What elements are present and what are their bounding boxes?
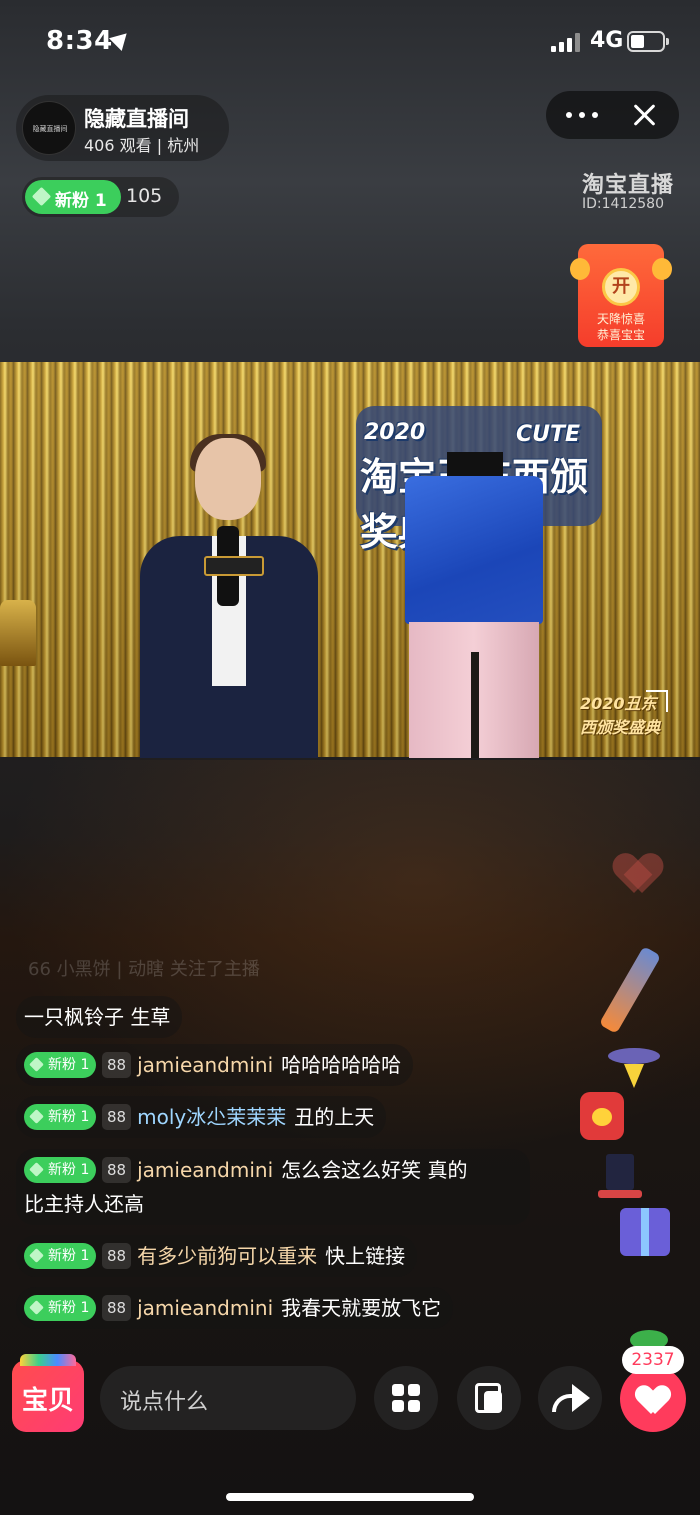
diamond-icon <box>29 1108 44 1124</box>
heart-icon <box>637 1386 669 1414</box>
signal-icon <box>551 32 581 52</box>
diamond-icon <box>29 1161 44 1177</box>
more-icon[interactable] <box>566 112 602 118</box>
faded-chat-message: 66 小黑饼 | 动瞎 关注了主播 <box>28 959 260 980</box>
chat-username[interactable]: jamieandmini <box>137 1158 273 1182</box>
chat-username[interactable]: moly冰尐茉茉茉 <box>137 1105 286 1129</box>
logo-year: 2020 <box>364 420 426 445</box>
floating-heart-icon <box>616 855 662 897</box>
chat-text: 怎么会这么好笑 真的 <box>281 1158 468 1182</box>
chat-text: 一只枫铃子 生草 <box>24 1005 171 1029</box>
ufo-icon <box>608 1040 660 1088</box>
fans-badge: 新粉 1 <box>24 1242 96 1269</box>
home-indicator[interactable] <box>226 1493 474 1501</box>
chat-message: 一只枫铃子 生草 <box>16 996 183 1038</box>
close-icon[interactable] <box>632 103 656 127</box>
user-level: 88 <box>102 1156 132 1183</box>
grid-icon <box>392 1384 420 1412</box>
shop-items-button[interactable]: 宝贝 <box>12 1354 84 1432</box>
chat-message: 新粉 1 88 jamieandmini 哈哈哈哈哈哈 <box>16 1044 414 1086</box>
comment-input[interactable]: 说点什么 <box>100 1366 356 1430</box>
fans-badge: 新粉 1 <box>24 1294 96 1321</box>
hat-icon <box>598 1154 642 1198</box>
fans-badge[interactable]: 新粉 1 <box>25 180 121 214</box>
red-packet-button[interactable]: 开 天降惊喜 恭喜宝宝 <box>570 244 672 347</box>
expand-icon[interactable] <box>646 690 668 712</box>
red-packet-ear-icon <box>570 258 590 280</box>
diamond-icon <box>31 186 52 207</box>
chat-message: 新粉 1 88 jamieandmini 怎么会这么好笑 真的比主持人还高 <box>16 1149 530 1225</box>
chat-text: 我春天就要放飞它 <box>281 1296 442 1320</box>
chat-text-continued: 比主持人还高 <box>24 1192 144 1216</box>
screen-switch-button[interactable] <box>457 1366 521 1430</box>
battery-icon <box>627 31 669 52</box>
trophy-icon <box>0 600 36 666</box>
network-type: 4G <box>590 28 624 53</box>
jar-icon <box>580 1092 624 1140</box>
user-level: 88 <box>102 1051 132 1078</box>
comment-placeholder: 说点什么 <box>120 1390 209 1415</box>
menu-grid-button[interactable] <box>374 1366 438 1430</box>
chat-username[interactable]: jamieandmini <box>137 1296 273 1320</box>
badge-label: 新粉 1 <box>48 1161 90 1178</box>
status-bar: 8:34 4G <box>0 0 700 86</box>
shop-label: 宝贝 <box>21 1386 74 1416</box>
viewer-count: 406 观看 | 杭州 <box>84 136 200 155</box>
fans-badge: 新粉 1 <box>24 1156 96 1183</box>
share-icon <box>552 1384 590 1412</box>
chat-text: 丑的上天 <box>294 1105 375 1129</box>
status-time: 8:34 <box>46 26 113 56</box>
logo-cute: CUTE <box>516 422 581 447</box>
host-name: 隐藏直播间 <box>84 107 189 131</box>
badge-label: 新粉 1 <box>48 1299 90 1316</box>
ugly-costume-figure <box>405 452 543 758</box>
live-room-id: ID:1412580 <box>582 196 664 212</box>
red-packet-line2: 恭喜宝宝 <box>596 328 645 342</box>
screen-switch-icon <box>475 1383 503 1413</box>
chat-message: 新粉 1 88 jamieandmini 我春天就要放飞它 <box>16 1287 454 1329</box>
fans-count: 105 <box>126 185 163 207</box>
chat-message: 新粉 1 88 moly冰尐茉茉茉 丑的上天 <box>16 1096 387 1138</box>
gift-icon[interactable] <box>620 1208 670 1256</box>
presenter-figure <box>140 434 320 758</box>
user-level: 88 <box>102 1294 132 1321</box>
chat-username[interactable]: 有多少前狗可以重来 <box>137 1244 317 1268</box>
red-packet-coin-icon: 开 <box>602 268 640 306</box>
avatar-text: 隐藏直播间 <box>32 125 68 133</box>
fans-badge-label: 新粉 1 <box>55 191 107 211</box>
top-right-controls <box>546 91 679 139</box>
chat-username[interactable]: jamieandmini <box>137 1053 273 1077</box>
badge-label: 新粉 1 <box>48 1108 90 1125</box>
badge-label: 新粉 1 <box>48 1247 90 1264</box>
avatar[interactable]: 隐藏直播间 <box>22 101 76 155</box>
chat-text: 快上链接 <box>325 1244 406 1268</box>
badge-label: 新粉 1 <box>48 1056 90 1073</box>
user-level: 88 <box>102 1242 132 1269</box>
chat-text: 哈哈哈哈哈哈 <box>281 1053 402 1077</box>
fans-badge: 新粉 1 <box>24 1051 96 1078</box>
red-packet-line1: 天降惊喜 <box>596 312 645 326</box>
diamond-icon <box>29 1056 44 1072</box>
host-info[interactable]: 隐藏直播间 隐藏直播间 406 观看 | 杭州 <box>16 95 229 161</box>
like-button[interactable] <box>620 1366 686 1432</box>
diamond-icon <box>29 1247 44 1263</box>
fans-badge: 新粉 1 <box>24 1103 96 1130</box>
brand-name: 淘宝直播 <box>582 173 675 198</box>
share-button[interactable] <box>538 1366 602 1430</box>
like-count: 2337 <box>622 1346 684 1374</box>
red-packet-ear-icon <box>652 258 672 280</box>
diamond-icon <box>29 1299 44 1315</box>
user-level: 88 <box>102 1103 132 1130</box>
chat-message: 新粉 1 88 有多少前狗可以重来 快上链接 <box>16 1235 418 1277</box>
fans-club[interactable]: 新粉 1 105 <box>22 177 179 217</box>
